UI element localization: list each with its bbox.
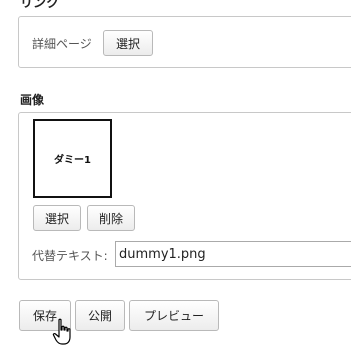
image-delete-button[interactable]: 削除 [87, 205, 135, 231]
image-section-heading: 画像 [20, 93, 45, 107]
thumbnail-text: ダミー1 [54, 155, 91, 166]
image-panel: ダミー1 選択 削除 代替テキスト: [18, 112, 351, 280]
hand-pointer-icon [52, 318, 71, 345]
image-select-button[interactable]: 選択 [33, 205, 81, 231]
publish-button[interactable]: 公開 [75, 300, 125, 331]
link-select-button[interactable]: 選択 [103, 30, 153, 56]
alt-text-input[interactable] [115, 241, 351, 267]
detail-page-label: 詳細ページ [32, 37, 92, 51]
image-thumbnail: ダミー1 [33, 119, 112, 198]
alt-text-label: 代替テキスト: [32, 249, 108, 263]
preview-button[interactable]: プレビュー [129, 300, 219, 331]
edit-form: リンク 詳細ページ 選択 画像 ダミー1 選択 削除 代替テキスト: 保存 公開… [0, 0, 351, 348]
link-panel: 詳細ページ 選択 [18, 16, 351, 68]
link-section-heading: リンク [20, 0, 60, 11]
